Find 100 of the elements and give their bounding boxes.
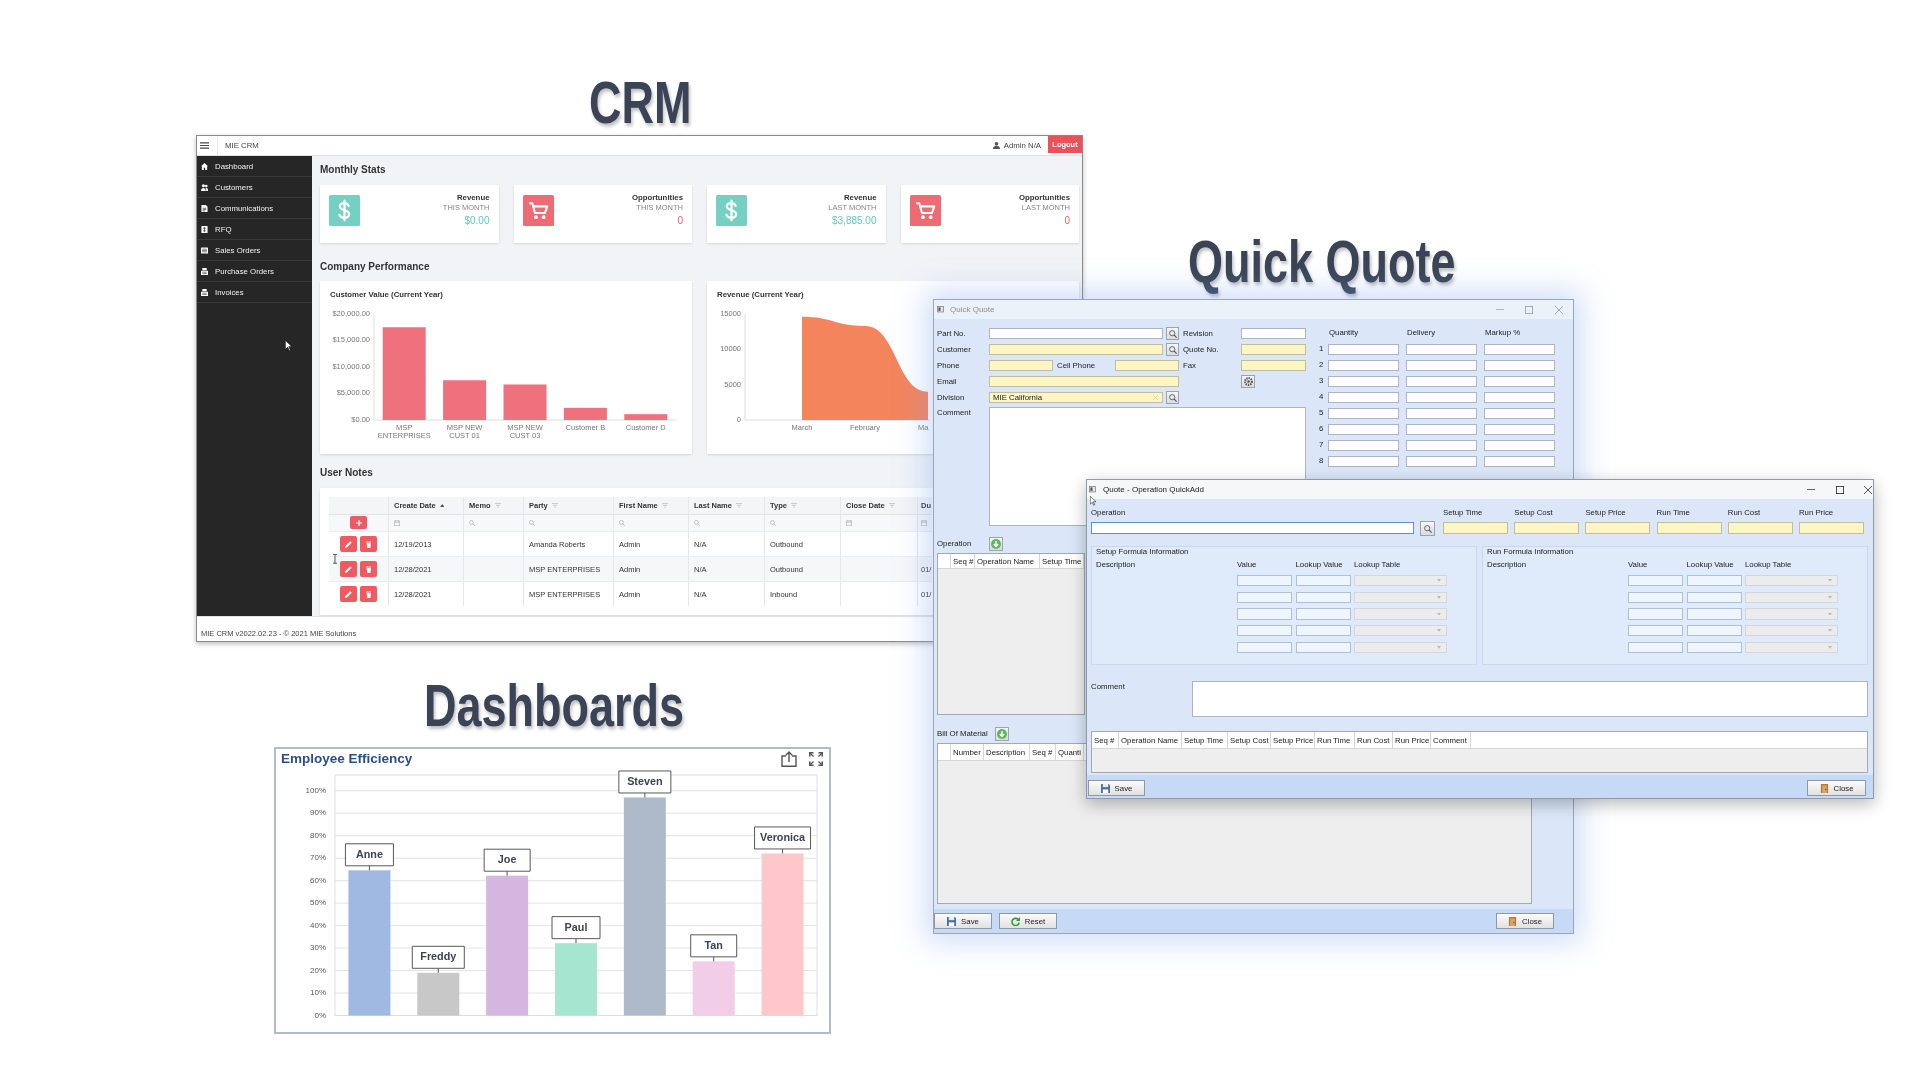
- input-field[interactable]: [1484, 423, 1555, 435]
- search-button[interactable]: [1166, 343, 1179, 356]
- input-field[interactable]: [1484, 407, 1555, 419]
- input-field[interactable]: [1241, 328, 1306, 339]
- menu-icon[interactable]: [200, 142, 209, 149]
- delete-button[interactable]: [360, 536, 377, 552]
- input-field[interactable]: [1686, 641, 1742, 654]
- input-field[interactable]: [1328, 375, 1399, 387]
- input-field[interactable]: [1328, 439, 1399, 451]
- add-button[interactable]: [989, 537, 1003, 551]
- input-field[interactable]: [1406, 407, 1477, 419]
- input-field[interactable]: [1115, 360, 1179, 371]
- picture-callout: Freddy: [411, 945, 465, 974]
- input-field[interactable]: [1241, 360, 1306, 371]
- input-field[interactable]: [1406, 375, 1477, 387]
- input-field[interactable]: [1295, 608, 1351, 620]
- dropdown[interactable]: [1745, 641, 1838, 654]
- input-field[interactable]: [1406, 439, 1477, 451]
- input-field[interactable]: [1237, 574, 1292, 587]
- search-button[interactable]: [1166, 391, 1179, 404]
- input-field[interactable]: [1406, 391, 1477, 403]
- input-field[interactable]: [1237, 608, 1292, 620]
- input-field[interactable]: [1798, 522, 1864, 534]
- input-field[interactable]: [989, 328, 1163, 339]
- input-field[interactable]: [989, 344, 1163, 355]
- input-field[interactable]: [1686, 591, 1742, 604]
- input-field[interactable]: [1295, 624, 1351, 637]
- input-field[interactable]: [1484, 455, 1555, 467]
- delete-button[interactable]: [360, 561, 377, 577]
- input-field[interactable]: [1484, 375, 1555, 387]
- edit-button[interactable]: [340, 586, 357, 602]
- stat-value: $0.00: [464, 215, 490, 227]
- dropdown[interactable]: [1745, 624, 1838, 637]
- dropdown[interactable]: [1354, 608, 1447, 620]
- add-button[interactable]: [350, 516, 367, 530]
- input-field[interactable]: [1727, 522, 1793, 534]
- close-icon[interactable]: [1864, 485, 1872, 494]
- input-field[interactable]: [1295, 641, 1351, 654]
- input-field[interactable]: [1328, 455, 1399, 467]
- search-button[interactable]: [1420, 521, 1435, 536]
- comment-field[interactable]: [1192, 681, 1868, 717]
- input-field[interactable]: [1585, 522, 1651, 534]
- input-field[interactable]: [1406, 423, 1477, 435]
- input-field[interactable]: [1406, 455, 1477, 467]
- share-icon[interactable]: [781, 751, 797, 767]
- settings-button[interactable]: [1241, 375, 1255, 388]
- clear-icon[interactable]: [1153, 395, 1158, 400]
- input-field[interactable]: [1514, 522, 1580, 534]
- input-field[interactable]: [1328, 359, 1399, 371]
- input-field[interactable]: [1484, 439, 1555, 451]
- input-field[interactable]: [1686, 608, 1742, 620]
- input-field[interactable]: [1406, 343, 1477, 355]
- dropdown[interactable]: [1354, 641, 1447, 654]
- input-field[interactable]: [989, 376, 1179, 387]
- dropdown[interactable]: [1354, 591, 1447, 604]
- maximize-icon[interactable]: [1836, 485, 1844, 494]
- edit-button[interactable]: [340, 561, 357, 577]
- input-field[interactable]: [1328, 423, 1399, 435]
- search-icon: [1168, 329, 1177, 338]
- input-field[interactable]: [1628, 624, 1683, 637]
- input-field[interactable]: [1237, 591, 1292, 604]
- input-field[interactable]: [1484, 343, 1555, 355]
- input-field[interactable]: [1091, 522, 1414, 534]
- input-field[interactable]: [1328, 391, 1399, 403]
- input-field[interactable]: [1443, 522, 1508, 534]
- dropdown[interactable]: [1745, 608, 1838, 620]
- dropdown[interactable]: [1745, 574, 1838, 587]
- input-field[interactable]: [1656, 522, 1722, 534]
- edit-button[interactable]: [340, 536, 357, 552]
- filter-icon: [494, 503, 501, 508]
- input-field[interactable]: [1484, 359, 1555, 371]
- input-field[interactable]: [1686, 574, 1742, 587]
- input-field[interactable]: [1328, 407, 1399, 419]
- input-field[interactable]: [989, 360, 1053, 371]
- delete-button[interactable]: [360, 586, 377, 602]
- minimize-icon[interactable]: [1807, 488, 1815, 491]
- input-field[interactable]: [1237, 641, 1292, 654]
- input-field[interactable]: [1241, 344, 1306, 355]
- input-field[interactable]: [1484, 391, 1555, 403]
- input-field[interactable]: [1628, 591, 1683, 604]
- dropdown[interactable]: [1354, 624, 1447, 637]
- filter-icon: [735, 503, 742, 508]
- dropdown[interactable]: [1354, 574, 1447, 587]
- input-field[interactable]: [1686, 624, 1742, 637]
- add-button[interactable]: [995, 726, 1009, 741]
- input-field[interactable]: [1328, 343, 1399, 355]
- axis-label: 10%: [310, 988, 326, 998]
- input-field[interactable]: [1295, 591, 1351, 604]
- input-field[interactable]: [1628, 608, 1683, 620]
- input-field[interactable]: [1237, 624, 1292, 637]
- dropdown[interactable]: [1745, 591, 1838, 604]
- input-field[interactable]: [1406, 359, 1477, 371]
- input-field[interactable]: [1628, 574, 1683, 587]
- calendar-icon: [394, 519, 400, 526]
- input-field[interactable]: [1628, 641, 1683, 654]
- caret-icon: [1437, 629, 1441, 633]
- caret-icon: [1828, 579, 1832, 582]
- search-button[interactable]: [1166, 327, 1179, 340]
- input-field[interactable]: [1295, 574, 1351, 587]
- expand-icon[interactable]: [809, 752, 823, 766]
